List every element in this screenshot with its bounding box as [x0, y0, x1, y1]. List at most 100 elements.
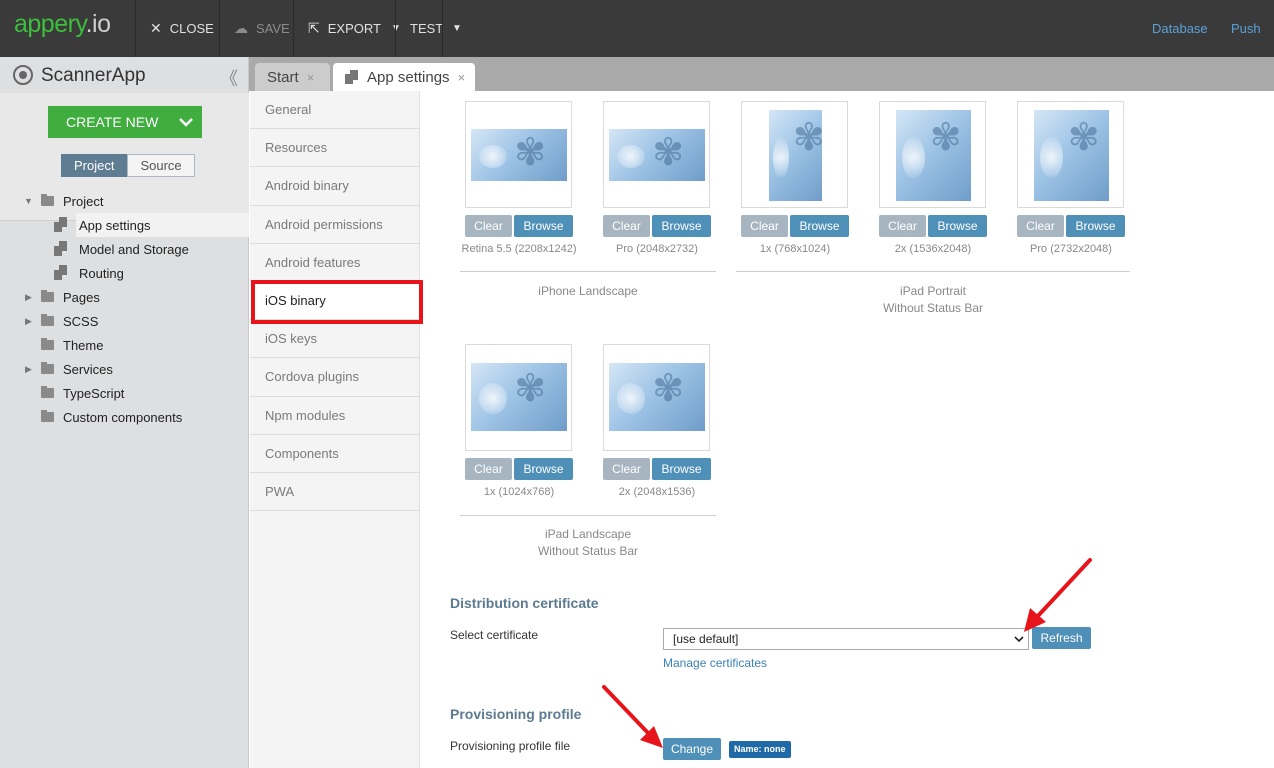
folder-icon [41, 314, 54, 326]
save-button[interactable]: ☁ SAVE [219, 0, 293, 57]
group-title: iPad Portrait Without Status Bar [882, 284, 984, 315]
tree-item-theme[interactable]: Theme [0, 333, 249, 357]
menu-item-npm-modules[interactable]: Npm modules [250, 397, 419, 435]
close-icon: ✕ [150, 20, 162, 36]
menu-item-resources[interactable]: Resources [250, 129, 419, 168]
splash-thumbnail[interactable]: ✾ [741, 101, 848, 208]
change-button[interactable]: Change [663, 738, 721, 760]
browse-button[interactable]: Browse [928, 215, 987, 237]
project-header: ScannerApp 《 [0, 57, 249, 93]
image-caption: Pro (2048x2732) [616, 243, 698, 255]
tab-project[interactable]: Project [61, 154, 128, 177]
expanded-arrow-icon[interactable]: ▼ [24, 196, 33, 206]
test-dropdown[interactable]: ▼ [442, 0, 472, 57]
tab-app-settings[interactable]: App settings × [333, 63, 475, 91]
collapsed-arrow-icon[interactable]: ▶ [25, 364, 32, 375]
menu-item-ios-keys[interactable]: iOS keys [250, 320, 419, 359]
refresh-button[interactable]: Refresh [1032, 627, 1091, 649]
splash-thumbnail[interactable]: ✾ [603, 344, 710, 451]
arrow-to-change [602, 685, 663, 748]
folder-icon [41, 410, 54, 422]
menu-item-general[interactable]: General [250, 91, 419, 130]
folder-icon [41, 194, 54, 206]
menu-item-android-binary[interactable]: Android binary [250, 167, 419, 206]
tab-source[interactable]: Source [127, 154, 195, 177]
provisioning-file-label: Provisioning profile file [450, 739, 571, 753]
tree-item-app-settings[interactable]: App settings [54, 213, 249, 237]
provisioning-profile-title: Provisioning profile [450, 706, 582, 722]
pages-icon [54, 241, 67, 256]
browse-button[interactable]: Browse [514, 215, 573, 237]
image-caption: 2x (1536x2048) [894, 243, 972, 255]
image-caption: 1x (768x1024) [759, 243, 831, 255]
distribution-certificate-title: Distribution certificate [450, 595, 599, 611]
tree-item-model-storage[interactable]: Model and Storage [0, 237, 249, 261]
ionic-icon [13, 65, 33, 85]
editor-tabs: Start × App settings × [249, 57, 1274, 91]
clear-button[interactable]: Clear [879, 215, 926, 237]
export-button[interactable]: ⇱ EXPORT ▼ [293, 0, 401, 57]
splash-thumbnail[interactable]: ✾ [879, 101, 986, 208]
close-button[interactable]: ✕ CLOSE [135, 0, 219, 57]
menu-item-android-permissions[interactable]: Android permissions [250, 206, 419, 244]
image-caption: 2x (2048x1536) [618, 486, 696, 498]
folder-icon [41, 362, 54, 374]
image-caption: 1x (1024x768) [483, 486, 555, 498]
select-certificate-label: Select certificate [450, 628, 539, 642]
browse-button[interactable]: Browse [790, 215, 849, 237]
leaf-image: ✾ [514, 367, 547, 410]
clear-button[interactable]: Clear [465, 458, 512, 480]
tree-item-pages[interactable]: ▶ Pages [0, 285, 249, 309]
menu-item-components[interactable]: Components [250, 435, 419, 473]
clear-button[interactable]: Clear [603, 458, 650, 480]
leaf-image: ✾ [652, 367, 685, 410]
menu-item-pwa[interactable]: PWA [250, 473, 419, 512]
manage-certificates-link[interactable]: Manage certificates [663, 656, 767, 670]
test-button[interactable]: TEST [395, 0, 443, 57]
tree-item-project[interactable]: ▼ Project [0, 189, 249, 213]
clear-button[interactable]: Clear [465, 215, 512, 237]
collapsed-arrow-icon[interactable]: ▶ [25, 316, 32, 327]
group-title: iPad Landscape Without Status Bar [537, 527, 639, 558]
group-title: iPhone Landscape [538, 284, 638, 298]
clear-button[interactable]: Clear [603, 215, 650, 237]
arrow-to-select [1024, 558, 1092, 632]
export-icon: ⇱ [308, 20, 320, 36]
chevron-down-icon[interactable] [170, 106, 202, 138]
close-tab-icon[interactable]: × [458, 70, 466, 85]
push-link[interactable]: Push [1231, 21, 1261, 36]
close-tab-icon[interactable]: × [307, 70, 315, 85]
folder-icon [41, 338, 54, 350]
database-link[interactable]: Database [1152, 21, 1208, 36]
clear-button[interactable]: Clear [741, 215, 788, 237]
browse-button[interactable]: Browse [652, 458, 711, 480]
tree-item-custom-components[interactable]: Custom components [0, 405, 249, 429]
leaf-image: ✾ [1067, 117, 1100, 160]
tab-start[interactable]: Start × [255, 63, 330, 91]
splash-thumbnail[interactable]: ✾ [1017, 101, 1124, 208]
splash-thumbnail[interactable]: ✾ [603, 101, 710, 208]
tree-item-typescript[interactable]: TypeScript [0, 381, 249, 405]
tree-item-services[interactable]: ▶ Services [0, 357, 249, 381]
pages-icon [54, 217, 67, 232]
splash-thumbnail[interactable]: ✾ [465, 344, 572, 451]
tree-item-scss[interactable]: ▶ SCSS [0, 309, 249, 333]
certificate-select[interactable]: [use default] [663, 628, 1029, 650]
splash-thumbnail[interactable]: ✾ [465, 101, 572, 208]
folder-icon [41, 386, 54, 398]
menu-item-cordova-plugins[interactable]: Cordova plugins [250, 358, 419, 397]
clear-button[interactable]: Clear [1017, 215, 1064, 237]
browse-button[interactable]: Browse [1066, 215, 1125, 237]
collapse-panel-icon[interactable]: 《 [220, 65, 238, 91]
browse-button[interactable]: Browse [652, 215, 711, 237]
collapsed-arrow-icon[interactable]: ▶ [25, 292, 32, 303]
leaf-image: ✾ [652, 132, 685, 175]
browse-button[interactable]: Browse [514, 458, 573, 480]
create-new-button[interactable]: CREATE NEW [48, 106, 202, 138]
menu-item-android-features[interactable]: Android features [250, 244, 419, 282]
appery-logo[interactable]: appery.io [14, 10, 111, 39]
tree-item-routing[interactable]: Routing [0, 261, 249, 285]
group-divider [460, 271, 716, 272]
pages-icon [54, 265, 67, 280]
image-caption: Retina 5.5 (2208x1242) [461, 243, 577, 255]
